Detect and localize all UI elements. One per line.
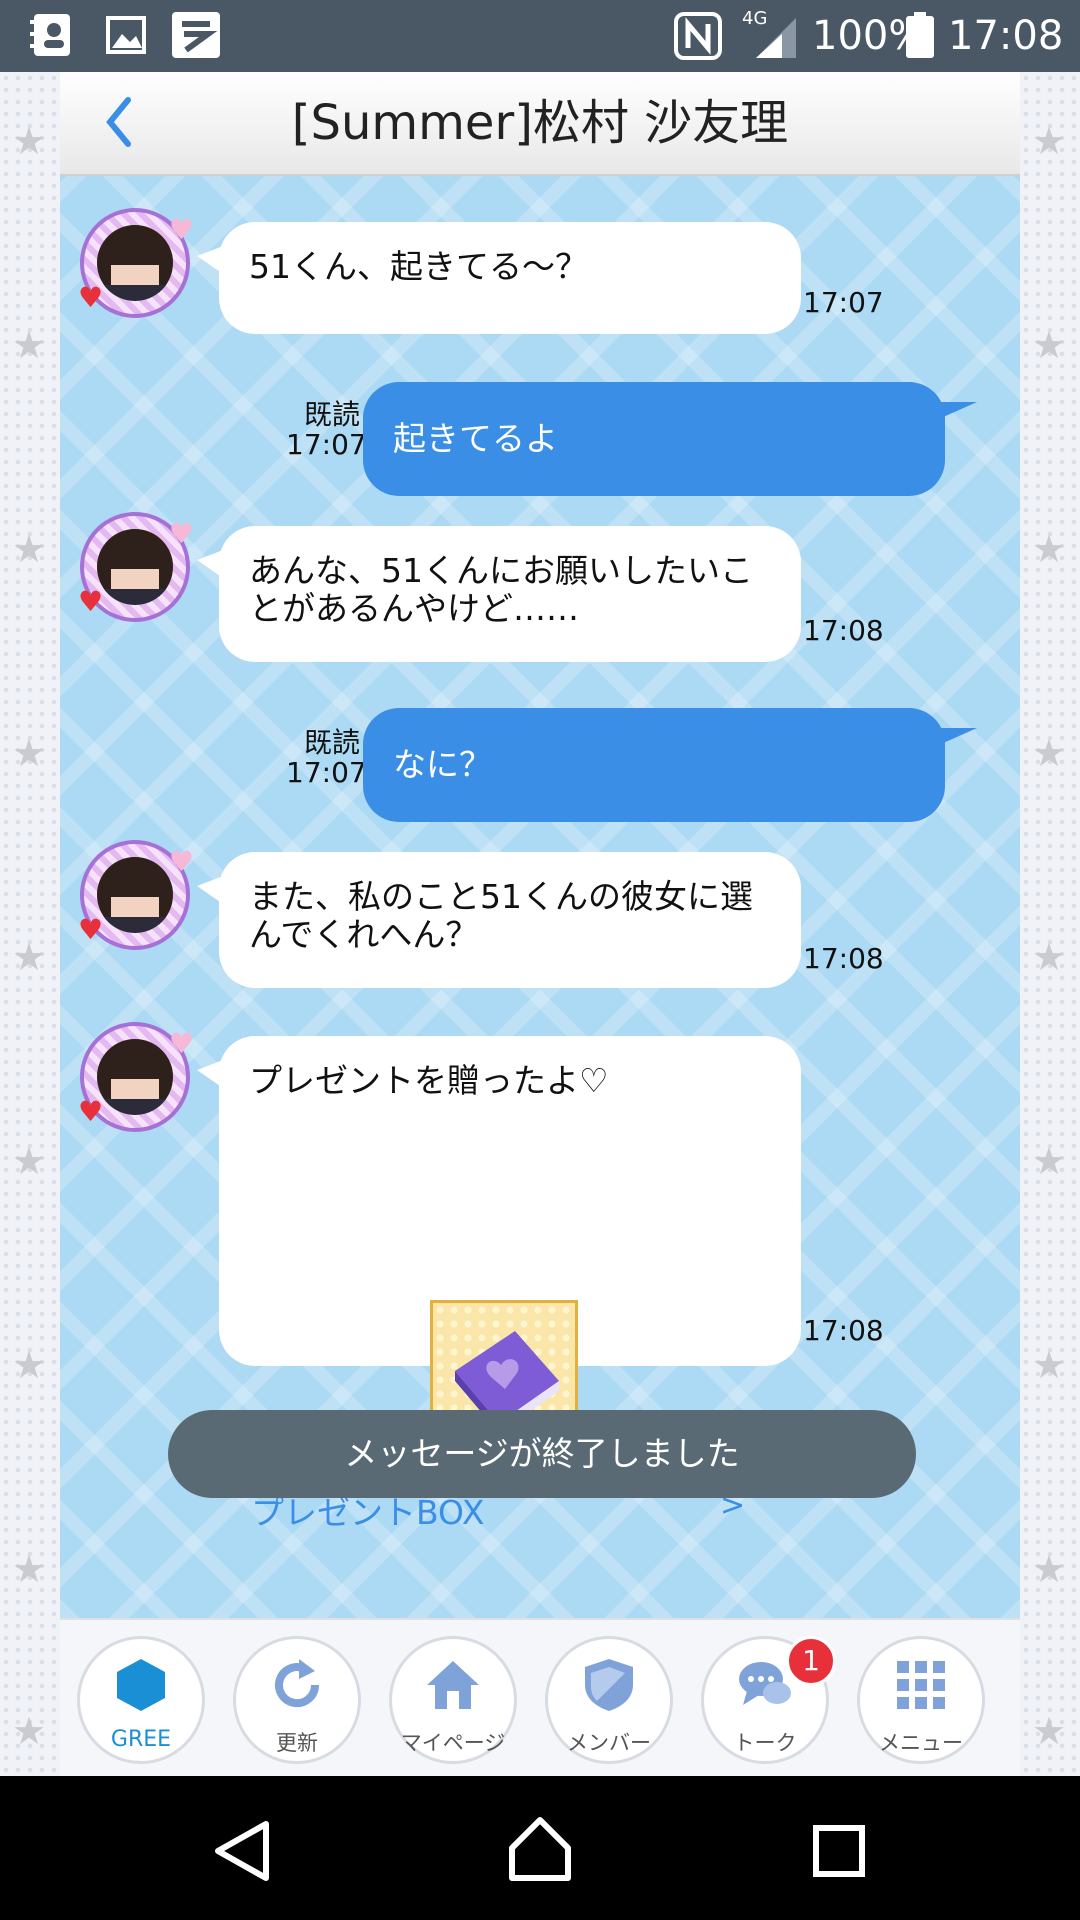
- grid-menu-icon: [897, 1661, 945, 1709]
- read-time: 17:07: [286, 428, 367, 461]
- read-receipt: 既読 17:07: [286, 726, 367, 789]
- message-ended-banner: メッセージが終了しました: [168, 1410, 916, 1498]
- nav-label: マイページ: [400, 1731, 506, 1755]
- nav-mypage-button[interactable]: マイページ: [389, 1636, 517, 1764]
- read-label: 既読: [303, 726, 360, 759]
- message-bubble-outgoing: なに？: [363, 708, 977, 822]
- battery-icon: [906, 12, 934, 58]
- message-text: プレゼントを贈ったよ♡: [249, 1061, 609, 1100]
- message-time: 17:08: [803, 1314, 884, 1347]
- message-text: 51くん、起きてる～？: [249, 247, 588, 286]
- nav-label: トーク: [733, 1731, 797, 1755]
- read-label: 既読: [303, 398, 360, 431]
- refresh-icon: [275, 1659, 320, 1708]
- avatar[interactable]: ♥ ♥: [78, 512, 194, 622]
- nav-gree-button[interactable]: GREE: [77, 1636, 205, 1764]
- contacts-icon: [30, 14, 70, 56]
- message-bubble-incoming: また、私のこと51くんの彼女に選んでくれへん？: [197, 852, 801, 988]
- gallery-icon: [106, 16, 146, 54]
- nav-member-button[interactable]: メンバー: [545, 1636, 673, 1764]
- nav-label: メニュー: [879, 1731, 963, 1755]
- system-navigation-bar: [0, 1776, 1080, 1920]
- avatar[interactable]: ♥ ♥: [78, 1022, 194, 1132]
- bottom-nav: GREE 更新 マイページ メンバー トーク 1 メニュー: [60, 1618, 1020, 1778]
- message-text: また、私のこと51くんの彼女に選んでくれへん？: [249, 877, 753, 954]
- message-text: 起きてるよ: [393, 419, 558, 458]
- message-time: 17:08: [803, 942, 884, 975]
- message-text: なに？: [393, 745, 492, 784]
- chat-area[interactable]: ♥ ♥ 51くん、起きてる～？ 17:07 既読 17:07 起きてるよ ♥ ♥ あん…: [60, 176, 1020, 1618]
- nav-label: 更新: [276, 1731, 318, 1755]
- nav-refresh-button[interactable]: 更新: [233, 1636, 361, 1764]
- back-triangle-icon[interactable]: [212, 1820, 274, 1882]
- clock: 17:08: [948, 13, 1064, 59]
- shield-icon: [585, 1659, 633, 1711]
- message-bubble-outgoing: 起きてるよ: [363, 382, 977, 496]
- message-bubble-incoming: あんな、51くんにお願いしたいことがあるんやけど……: [197, 526, 801, 662]
- nav-label: GREE: [110, 1727, 172, 1752]
- header: [Summer]松村 沙友理: [60, 72, 1020, 176]
- page-title: [Summer]松村 沙友理: [291, 95, 789, 151]
- left-border-decoration: ★ ★ ★ ★ ★ ★ ★ ★ ★: [0, 72, 60, 1776]
- message-text: あんな、51くんにお願いしたいことがあるんやけど……: [249, 551, 753, 628]
- right-border-decoration: ★ ★ ★ ★ ★ ★ ★ ★ ★: [1020, 72, 1080, 1776]
- nav-menu-button[interactable]: メニュー: [857, 1636, 985, 1764]
- avatar[interactable]: ♥ ♥: [78, 208, 194, 318]
- message-time: 17:08: [803, 614, 884, 647]
- read-receipt: 既読 17:07: [286, 398, 367, 461]
- nav-label: メンバー: [567, 1731, 651, 1755]
- gree-hexagon-icon: [117, 1659, 165, 1711]
- recents-square-icon[interactable]: [812, 1824, 866, 1878]
- signal-icon: [756, 18, 796, 58]
- chat-bubbles-icon: [739, 1662, 791, 1705]
- app-notification-icon: [172, 12, 220, 58]
- message-time: 17:07: [803, 286, 884, 319]
- nfc-icon: [674, 12, 722, 60]
- status-bar: 4G 100% 17:08: [0, 0, 1080, 72]
- notification-badge: 1: [786, 1636, 836, 1686]
- home-circle-icon[interactable]: [508, 1816, 572, 1882]
- message-bubble-incoming: 51くん、起きてる～？: [197, 222, 801, 334]
- read-time: 17:07: [286, 756, 367, 789]
- avatar[interactable]: ♥ ♥: [78, 840, 194, 950]
- home-icon: [427, 1661, 479, 1709]
